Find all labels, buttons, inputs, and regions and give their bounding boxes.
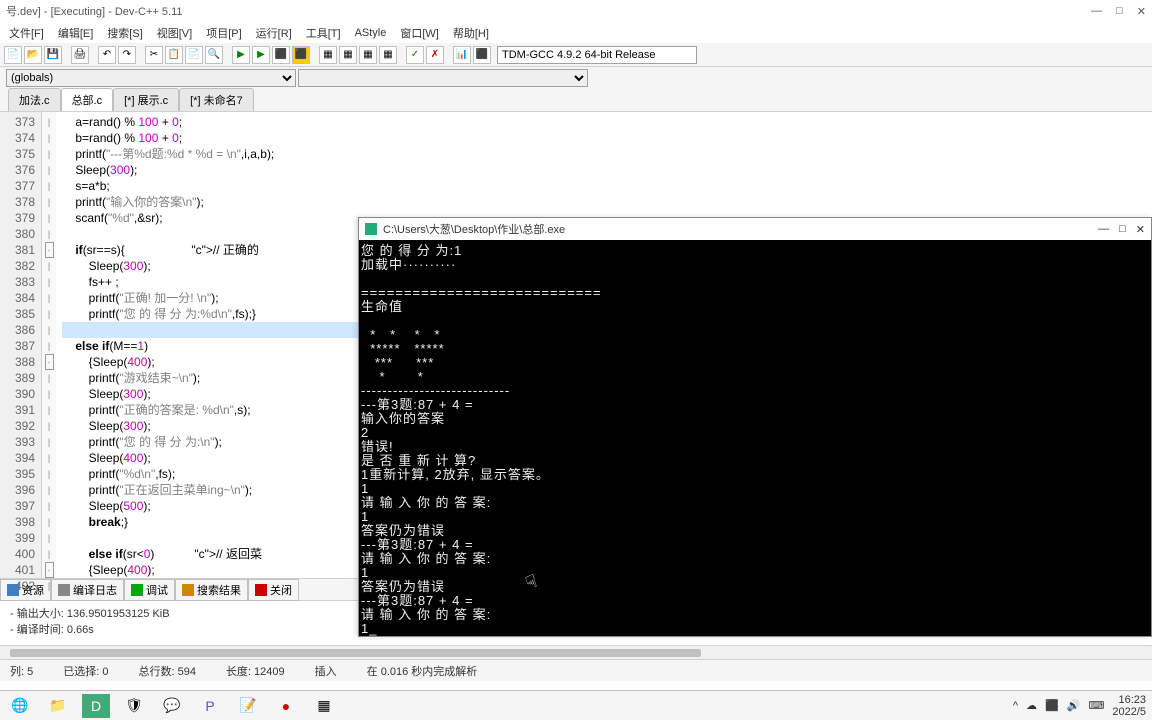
scope-bar: (globals) <box>0 67 1152 89</box>
line-gutter: 3733743753763773783793803813823833843853… <box>0 112 42 578</box>
app-icon-1[interactable]: 🛡 <box>120 694 148 718</box>
menu-edit[interactable]: 编辑[E] <box>53 25 98 41</box>
print-icon[interactable]: 🖨 <box>71 46 89 64</box>
compile-icon[interactable]: ▶ <box>232 46 250 64</box>
status-parse: 在 0.016 秒内完成解析 <box>367 663 478 679</box>
tray-ico-3[interactable]: 🔊 <box>1067 699 1081 712</box>
console-close-icon[interactable]: ✕ <box>1136 223 1145 236</box>
open-file-icon[interactable]: 📂 <box>24 46 42 64</box>
tray-up-icon[interactable]: ^ <box>1013 700 1018 712</box>
tab-file-1[interactable]: 总部.c <box>61 88 114 111</box>
search-icon <box>182 584 194 596</box>
compile-run-icon[interactable]: ⬛ <box>272 46 290 64</box>
system-tray: ^ ☁ ⬛ 🔊 ⌨ 16:23 2022/5 <box>1013 694 1146 718</box>
horizontal-scrollbar[interactable] <box>0 645 1152 659</box>
copy-icon[interactable]: 📋 <box>165 46 183 64</box>
status-column: 列: 5 <box>10 663 33 679</box>
close-icon[interactable]: ✕ <box>1137 5 1146 18</box>
rebuild-icon[interactable]: ⬛ <box>292 46 310 64</box>
tab-file-2[interactable]: [*] 展示.c <box>113 88 179 111</box>
tray-ico-2[interactable]: ⬛ <box>1045 699 1059 712</box>
function-select[interactable] <box>298 69 588 87</box>
compiler-select[interactable]: TDM-GCC 4.9.2 64-bit Release <box>497 46 697 64</box>
error-icon[interactable]: ✗ <box>426 46 444 64</box>
minimize-icon[interactable]: — <box>1091 5 1102 18</box>
undo-icon[interactable]: ↶ <box>98 46 116 64</box>
stop-icon[interactable]: ⬛ <box>473 46 491 64</box>
status-bar: 列: 5 已选择: 0 总行数: 594 长度: 12409 插入 在 0.01… <box>0 659 1152 681</box>
btab-debug[interactable]: 调试 <box>124 579 175 601</box>
window-controls: — □ ✕ <box>1091 5 1146 18</box>
console-maximize-icon[interactable]: □ <box>1119 223 1126 236</box>
wechat-icon[interactable]: 💬 <box>158 694 186 718</box>
console-output[interactable]: 您 的 得 分 为:1 加载中·········· ==============… <box>359 240 1151 640</box>
file-tabs: 加法.c 总部.c [*] 展示.c [*] 未命名7 <box>0 89 1152 112</box>
btab-resource[interactable]: 资源 <box>0 579 51 601</box>
menu-run[interactable]: 运行[R] <box>251 25 297 41</box>
notepad-icon[interactable]: 📝 <box>234 694 262 718</box>
menu-view[interactable]: 视图[V] <box>152 25 197 41</box>
chart-icon[interactable]: 📊 <box>453 46 471 64</box>
tab-file-0[interactable]: 加法.c <box>8 88 61 111</box>
console-minimize-icon[interactable]: — <box>1098 223 1109 236</box>
clock-time[interactable]: 16:23 <box>1112 694 1146 706</box>
btab-close[interactable]: 关闭 <box>248 579 299 601</box>
edge-icon[interactable]: 🌐 <box>6 694 34 718</box>
menu-tools[interactable]: 工具[T] <box>301 25 346 41</box>
devcpp-icon[interactable]: D <box>82 694 110 718</box>
log-icon <box>58 584 70 596</box>
grid-2-icon[interactable]: ▦ <box>339 46 357 64</box>
clock-date: 2022/5 <box>1112 706 1146 718</box>
title-bar: 号.dev] - [Executing] - Dev-C++ 5.11 — □ … <box>0 0 1152 22</box>
menu-file[interactable]: 文件[F] <box>4 25 49 41</box>
redo-icon[interactable]: ↷ <box>118 46 136 64</box>
status-total-lines: 总行数: 594 <box>138 663 195 679</box>
menu-window[interactable]: 窗口[W] <box>395 25 444 41</box>
find-icon[interactable]: 🔍 <box>205 46 223 64</box>
tray-ico-1[interactable]: ☁ <box>1026 699 1037 712</box>
status-selection: 已选择: 0 <box>63 663 108 679</box>
fold-gutter: ||||||||-||||||-||||||||||||-| <box>42 112 56 578</box>
status-mode: 插入 <box>315 663 337 679</box>
scope-select[interactable]: (globals) <box>6 69 296 87</box>
btab-search[interactable]: 搜索结果 <box>175 579 248 601</box>
paste-icon[interactable]: 📄 <box>185 46 203 64</box>
grid-3-icon[interactable]: ▦ <box>359 46 377 64</box>
check-icon[interactable]: ✓ <box>406 46 424 64</box>
app-icon-4[interactable]: ▦ <box>310 694 338 718</box>
tray-ico-4[interactable]: ⌨ <box>1088 699 1104 712</box>
console-titlebar[interactable]: C:\Users\大葱\Desktop\作业\总部.exe — □ ✕ <box>359 218 1151 240</box>
cube-icon <box>7 584 19 596</box>
exe-icon <box>365 223 377 235</box>
menu-search[interactable]: 搜索[S] <box>102 25 147 41</box>
app-icon-2[interactable]: P <box>196 694 224 718</box>
status-length: 长度: 12409 <box>226 663 285 679</box>
btab-compile-log[interactable]: 编译日志 <box>51 579 124 601</box>
app-icon-3[interactable]: ● <box>272 694 300 718</box>
menu-bar: 文件[F] 编辑[E] 搜索[S] 视图[V] 项目[P] 运行[R] 工具[T… <box>0 22 1152 43</box>
bug-icon <box>131 584 143 596</box>
new-file-icon[interactable]: 📄 <box>4 46 22 64</box>
close-icon <box>255 584 267 596</box>
run-icon[interactable]: ▶ <box>252 46 270 64</box>
grid-4-icon[interactable]: ▦ <box>379 46 397 64</box>
console-title-text: C:\Users\大葱\Desktop\作业\总部.exe <box>383 221 565 237</box>
maximize-icon[interactable]: □ <box>1116 5 1123 18</box>
menu-help[interactable]: 帮助[H] <box>448 25 494 41</box>
menu-astyle[interactable]: AStyle <box>350 27 392 39</box>
cut-icon[interactable]: ✂ <box>145 46 163 64</box>
window-title: 号.dev] - [Executing] - Dev-C++ 5.11 <box>6 3 182 19</box>
menu-project[interactable]: 项目[P] <box>201 25 246 41</box>
toolbar: 📄 📂 💾 🖨 ↶ ↷ ✂ 📋 📄 🔍 ▶ ▶ ⬛ ⬛ ▦ ▦ ▦ ▦ ✓ ✗ … <box>0 43 1152 67</box>
taskbar: 🌐 📁 D 🛡 💬 P 📝 ● ▦ ^ ☁ ⬛ 🔊 ⌨ 16:23 2022/5 <box>0 690 1152 720</box>
tab-file-3[interactable]: [*] 未命名7 <box>179 88 254 111</box>
explorer-icon[interactable]: 📁 <box>44 694 72 718</box>
console-window: C:\Users\大葱\Desktop\作业\总部.exe — □ ✕ 您 的 … <box>358 217 1152 637</box>
save-icon[interactable]: 💾 <box>44 46 62 64</box>
grid-1-icon[interactable]: ▦ <box>319 46 337 64</box>
